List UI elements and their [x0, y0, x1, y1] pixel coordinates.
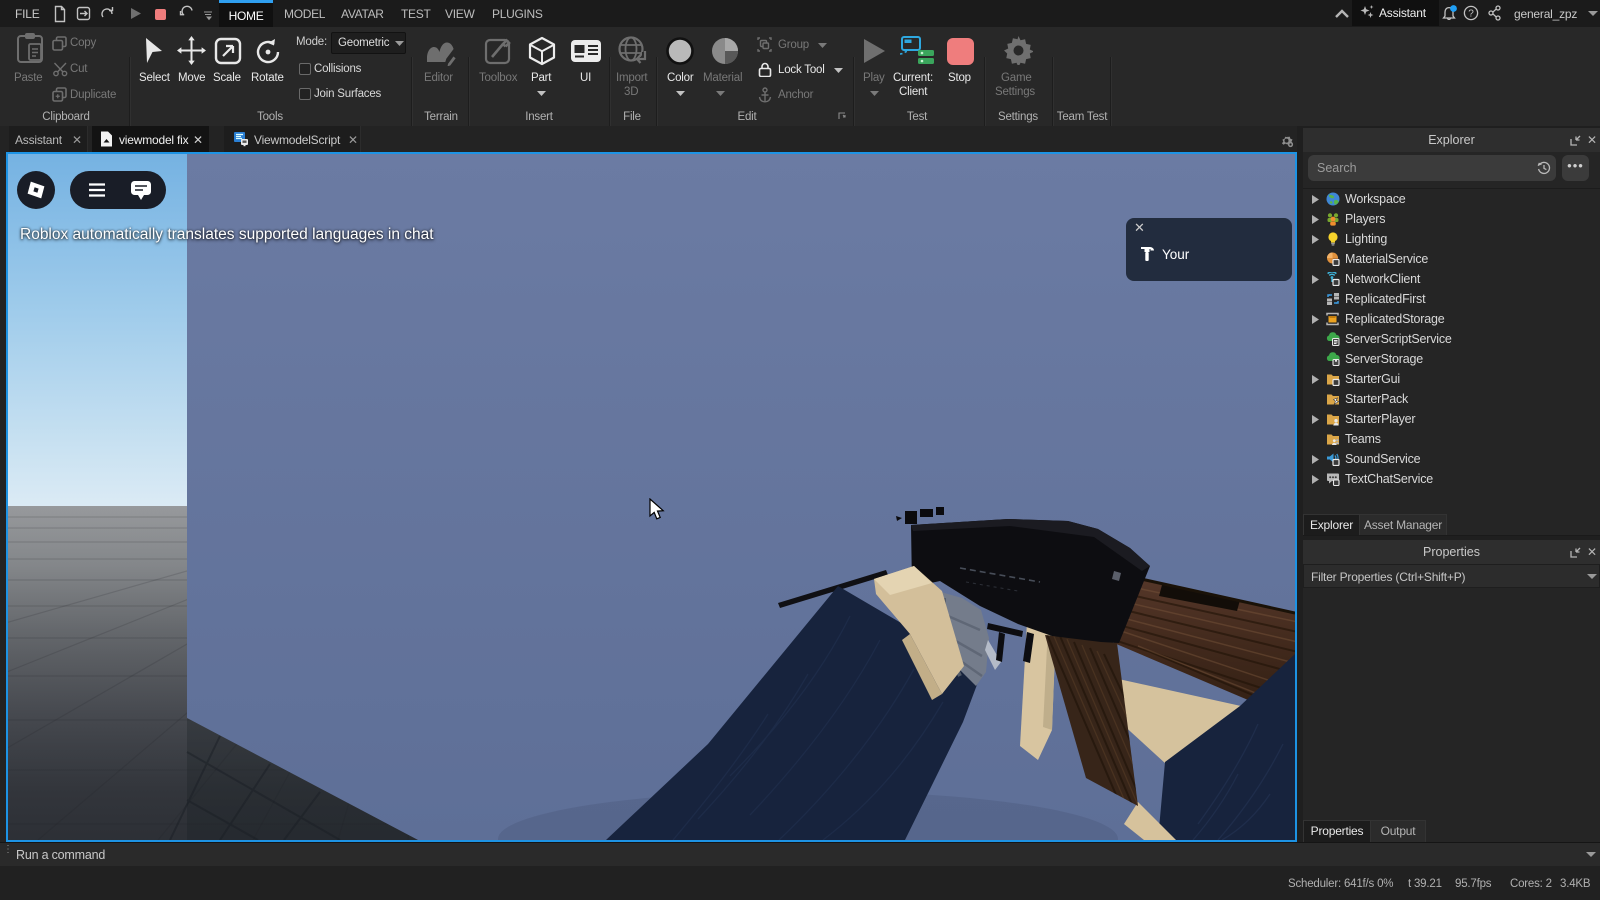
svg-text:?: ? [1468, 9, 1474, 20]
